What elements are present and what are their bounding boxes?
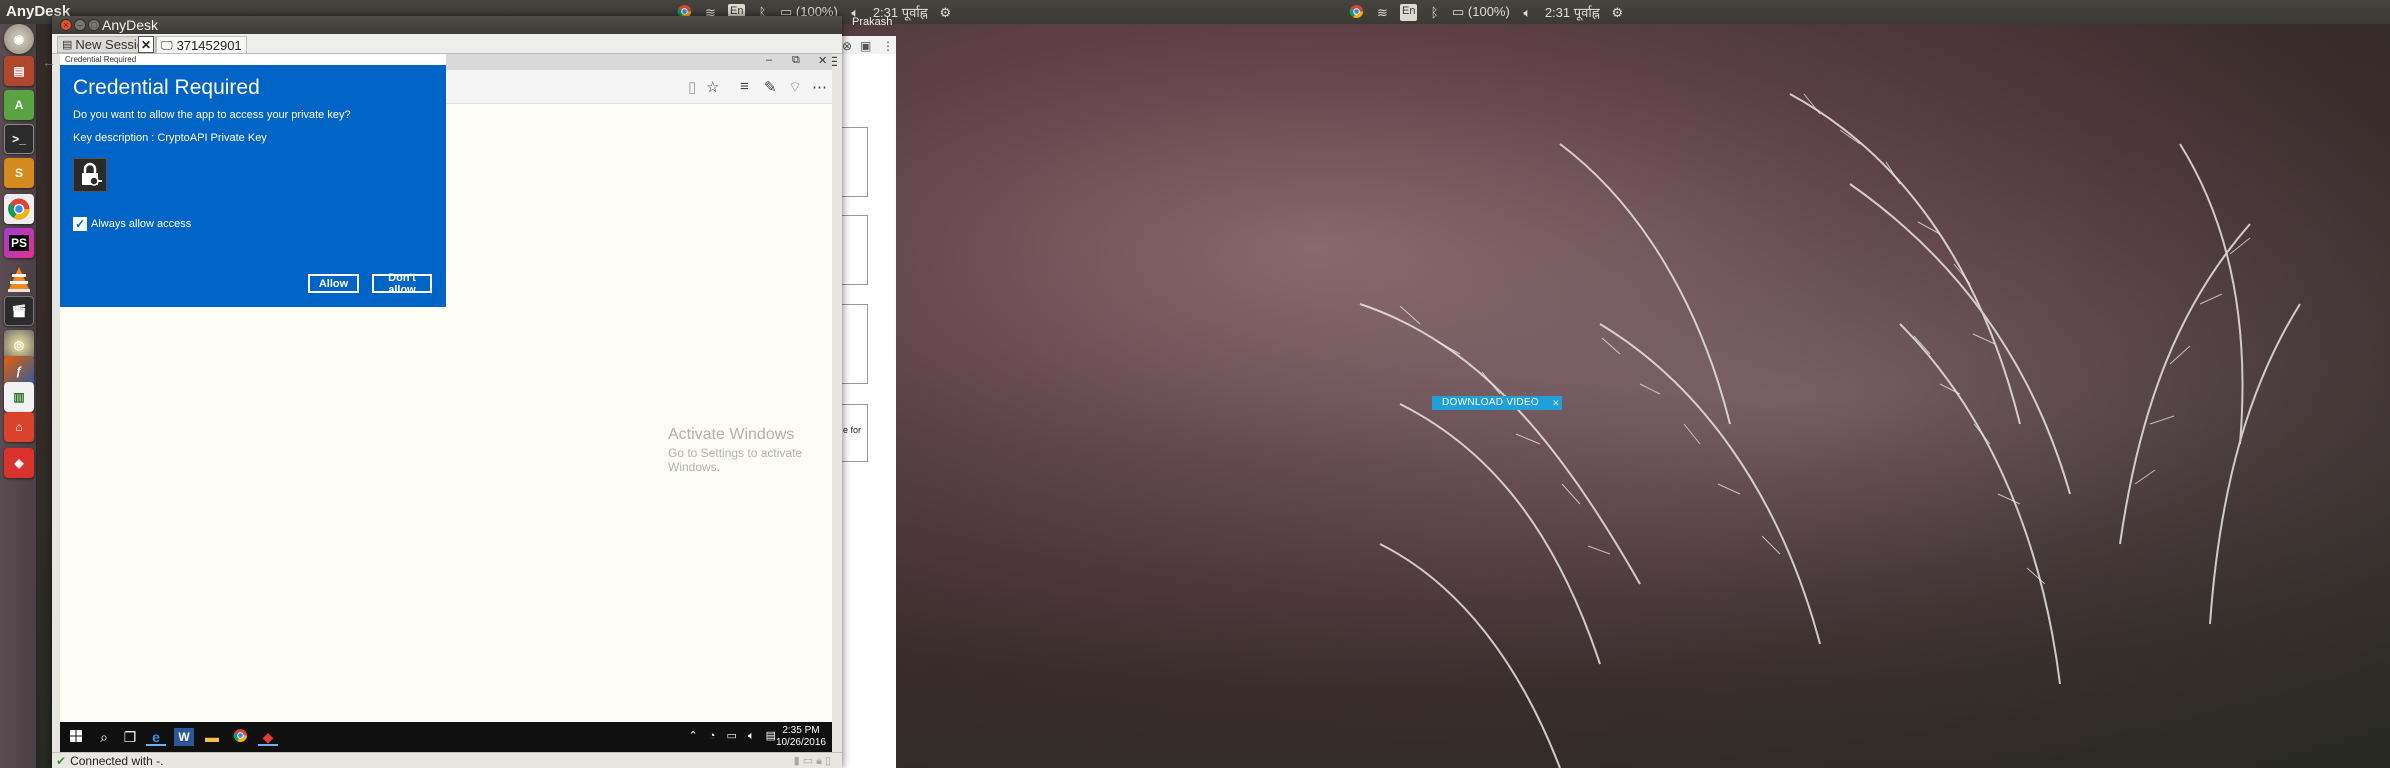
phpstorm-label: PS	[8, 235, 29, 251]
wifi-icon[interactable]: ≋	[1374, 4, 1391, 21]
favorite-star-icon[interactable]: ☆	[706, 78, 719, 96]
sublime-text-icon[interactable]: S	[4, 158, 34, 188]
volume-icon[interactable]: 🔈︎	[1519, 4, 1536, 21]
system-tray[interactable]: ⌃ ◔ ▭ 🔈︎ ▤	[689, 729, 780, 743]
chrome-icon[interactable]	[1348, 4, 1365, 21]
content-card	[841, 304, 868, 384]
phpstorm-icon[interactable]: PS	[4, 228, 34, 258]
dialog-question: Do you want to allow the app to access y…	[73, 109, 351, 121]
close-window-button[interactable]: ×	[60, 19, 72, 31]
back-icon[interactable]: ⊗	[842, 39, 852, 53]
session-tabs: ▤ New Session ✕ 🖵︎ 371452901 ▨ ☰	[52, 34, 842, 69]
maximize-window-button[interactable]: □	[88, 19, 100, 31]
content-card	[841, 215, 868, 285]
chrome-icon[interactable]	[230, 728, 250, 746]
anydesk-icon[interactable]: ◆	[258, 728, 278, 746]
close-icon[interactable]: ✕	[818, 54, 827, 67]
chrome-icon[interactable]	[4, 194, 34, 224]
search-icon[interactable]: ⌕	[94, 728, 114, 746]
connected-icon: ✔	[56, 753, 67, 768]
android-studio-icon[interactable]: A	[4, 90, 34, 120]
monitor-icon: 🖵︎	[161, 37, 173, 52]
edge-titlebar: – ⧉ ✕	[446, 54, 832, 70]
gear-icon[interactable]: ⚙	[937, 4, 954, 21]
vlc-icon[interactable]	[4, 264, 34, 294]
windows-start-icon[interactable]	[66, 728, 86, 746]
tab-remote-session[interactable]: 🖵︎ 371452901	[156, 36, 247, 53]
hub-icon[interactable]: ≡	[740, 78, 749, 95]
close-icon[interactable]: ✕	[1552, 396, 1560, 410]
unity-launcher: ◉ ▤ A >_ S PS 🎬︎ ◎ ƒ ▥ ⌂ ◆	[0, 24, 37, 768]
text-fragment: e for	[843, 425, 862, 435]
download-video-button[interactable]: DOWNLOAD VIDEO ✕	[1432, 396, 1562, 410]
word-icon[interactable]: W	[174, 728, 194, 746]
dialog-caption: Credential Required	[60, 54, 446, 65]
connection-status: Connected with -.	[70, 753, 164, 768]
more-icon[interactable]: ⋯	[812, 78, 827, 96]
reading-view-icon[interactable]: ▯	[688, 78, 696, 96]
windows-taskbar: ⌕ ❐ e W ▬ ◆ ⌃ ◔ ▭ 🔈︎ ▤ 2:35 PM 10/26/201…	[60, 722, 832, 752]
keyboard-layout-indicator[interactable]: En	[1400, 3, 1417, 21]
task-view-icon[interactable]: ❐	[120, 728, 140, 746]
monitor-icon: ▤	[62, 39, 73, 51]
file-explorer-icon[interactable]: ▬	[202, 728, 222, 746]
minimize-icon[interactable]: –	[766, 54, 772, 66]
remote-desktop-view[interactable]: – ⧉ ✕ ▯ ☆ ≡ ✎ ⌔ ⋯ Credential Required Cr…	[60, 54, 832, 752]
battery-percent: (100%)	[1467, 4, 1510, 19]
activate-title: Activate Windows	[668, 426, 795, 443]
clock[interactable]: 2:31 पूर्वाह्न	[1545, 3, 1600, 21]
download-video-label: DOWNLOAD VIDEO	[1442, 397, 1539, 408]
window-titlebar[interactable]: × – □ AnyDesk	[52, 16, 842, 34]
libreoffice-icon[interactable]: ▥	[4, 382, 34, 412]
allow-button[interactable]: Allow	[308, 274, 359, 293]
back-arrow-icon[interactable]: ←	[42, 54, 56, 70]
terminal-icon[interactable]: >_	[4, 124, 34, 154]
indicator-tray-right: ≋ En ᛒ ▭ (100%) 🔈︎ 2:31 पूर्वाह्न ⚙	[1348, 0, 1626, 24]
edge-toolbar: ▯ ☆ ≡ ✎ ⌔ ⋯	[446, 70, 832, 104]
status-bar: ✔ Connected with -. ▮▭🔒︎▯	[52, 752, 842, 768]
tab-close-button[interactable]: ✕	[138, 36, 154, 53]
key-description: Key description : CryptoAPI Private Key	[73, 132, 267, 144]
restore-icon[interactable]: ⧉	[792, 54, 800, 67]
dash-icon[interactable]: ◉	[4, 24, 34, 54]
taskbar-date: 10/26/2016	[775, 737, 826, 748]
window-title: AnyDesk	[102, 17, 159, 33]
anydesk-icon[interactable]: ◆	[4, 448, 34, 478]
background-window-toolbar: ⊗ ▣ ⋮	[840, 36, 896, 56]
tab-label: 371452901	[176, 37, 242, 53]
share-icon[interactable]: ⌔	[788, 78, 802, 97]
dialog-title: Credential Required	[73, 76, 260, 99]
menu-dots-icon[interactable]: ⋮	[882, 39, 894, 53]
checkbox[interactable]: ✓	[73, 217, 87, 231]
status-icons[interactable]: ▮▭🔒︎▯	[794, 754, 834, 768]
background-browser-window: e for	[840, 54, 896, 768]
dont-allow-button[interactable]: Don't allow	[372, 272, 432, 296]
battery-indicator[interactable]: ▭ (100%)	[1452, 4, 1510, 20]
gear-icon[interactable]: ⚙	[1609, 4, 1626, 21]
software-center-icon[interactable]: ⌂	[4, 412, 34, 442]
content-card: e for	[841, 404, 868, 462]
files-icon[interactable]: ▤	[4, 56, 34, 86]
minimize-window-button[interactable]: –	[74, 19, 86, 31]
taskbar-time: 2:35 PM	[782, 725, 820, 736]
credential-dialog: Credential Required Credential Required …	[60, 54, 446, 307]
bluetooth-icon[interactable]: ᛒ	[1426, 4, 1443, 21]
content-card	[841, 127, 868, 197]
anydesk-window: × – □ AnyDesk ▤ New Session ✕ 🖵︎ 3714529…	[42, 16, 842, 768]
lock-key-icon	[73, 158, 107, 192]
activate-windows-watermark: Activate Windows Go to Settings to activ…	[668, 426, 832, 474]
edge-icon[interactable]: e	[146, 728, 166, 746]
user-name[interactable]: Prakash	[852, 16, 892, 28]
activate-subtitle: Go to Settings to activate Windows.	[668, 446, 803, 474]
web-note-icon[interactable]: ✎	[764, 78, 777, 96]
video-editor-icon[interactable]: 🎬︎	[4, 296, 34, 326]
checkbox-label: Always allow access	[91, 218, 192, 230]
always-allow-checkbox[interactable]: ✓ Always allow access	[73, 217, 191, 231]
taskbar-clock[interactable]: 2:35 PM 10/26/2016	[776, 725, 826, 749]
extension-icon[interactable]: ▣	[860, 39, 871, 53]
